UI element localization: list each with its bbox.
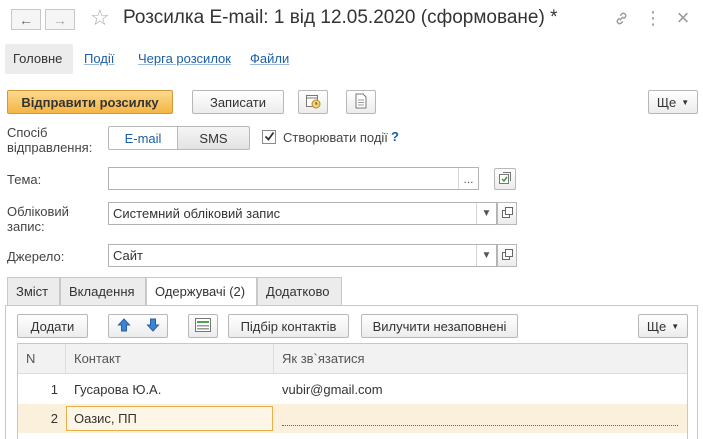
table-more-button[interactable]: Ще ▼ [638, 314, 688, 338]
chevron-down-icon[interactable]: ▼ [476, 203, 496, 224]
row-number: 2 [50, 411, 58, 426]
more-vertical-icon[interactable]: ⋮ [643, 8, 663, 28]
source-value: Сайт [113, 248, 143, 263]
tab-main[interactable]: Головне [5, 44, 73, 74]
subject-input[interactable]: ... [108, 167, 479, 190]
subject-label: Тема: [7, 172, 42, 187]
account-open-button[interactable] [497, 202, 517, 225]
required-underline [282, 425, 678, 426]
tab-content[interactable]: Зміст [7, 277, 60, 305]
table-row[interactable]: 1 Гусарова Ю.А. vubir@gmail.com [18, 375, 687, 404]
list-check-icon [195, 317, 211, 335]
send-method-label: Спосіб відправлення: [7, 125, 93, 155]
column-header-n[interactable]: N [18, 344, 66, 374]
column-header-how-to-contact[interactable]: Як зв`язатися [274, 344, 687, 374]
chevron-down-icon: ▼ [681, 97, 690, 107]
chevron-down-icon: ▼ [671, 321, 680, 331]
row-number: 1 [50, 382, 58, 397]
open-window-icon [501, 248, 513, 263]
send-mailing-button[interactable]: Відправити розсилку [7, 90, 173, 114]
template-icon [498, 171, 512, 188]
back-button[interactable]: ← [11, 9, 41, 30]
tab-recipients[interactable]: Одержувачі (2) [146, 277, 257, 306]
create-events-label: Створювати події [283, 130, 388, 145]
column-header-contact[interactable]: Контакт [66, 344, 274, 374]
method-sms-toggle[interactable]: SMS [177, 126, 250, 150]
arrow-left-icon: ← [19, 11, 33, 28]
create-events-checkbox[interactable] [262, 130, 276, 144]
save-button[interactable]: Записати [192, 90, 284, 114]
more-label: Ще [646, 318, 667, 334]
account-label: Обліковий запис: [7, 204, 69, 234]
pick-contacts-button[interactable]: Підбір контактів [228, 314, 349, 338]
document-button[interactable] [346, 90, 376, 114]
row-contact[interactable]: Гусарова Ю.А. [74, 375, 161, 404]
row-how-to-contact[interactable] [282, 404, 678, 433]
add-button[interactable]: Додати [17, 314, 88, 338]
close-icon[interactable]: × [673, 5, 693, 30]
title-bar: ← → ☆ Розсилка E-mail: 1 від 12.05.2020 … [0, 0, 703, 38]
arrow-right-icon: → [53, 11, 67, 28]
calendar-clock-icon [305, 93, 321, 112]
move-buttons [108, 314, 168, 338]
row-contact-active-cell[interactable]: Оазис, ПП [66, 406, 273, 431]
tab-additional[interactable]: Додатково [257, 277, 342, 305]
form-tabs: Головне Події Черга розсилок Файли [5, 44, 405, 74]
move-up-icon[interactable] [116, 317, 131, 335]
table-row-selected[interactable]: 2 Оазис, ПП [18, 404, 687, 433]
recipients-table: N Контакт Як зв`язатися 1 Гусарова Ю.А. … [17, 343, 688, 439]
link-icon[interactable] [611, 8, 631, 28]
checkmark-icon [264, 130, 275, 145]
document-icon [354, 93, 368, 112]
source-select[interactable]: Сайт ▼ [108, 244, 497, 267]
more-label: Ще [656, 94, 677, 110]
chevron-down-icon[interactable]: ▼ [476, 245, 496, 266]
tab-mailing-queue[interactable]: Черга розсилок [130, 44, 239, 74]
source-open-button[interactable] [497, 244, 517, 267]
window-title: Розсилка E-mail: 1 від 12.05.2020 (сформ… [123, 7, 558, 28]
method-email-toggle[interactable]: E-mail [108, 126, 178, 150]
subject-select-button[interactable]: ... [458, 168, 478, 189]
account-select[interactable]: Системний обліковий запис ▼ [108, 202, 497, 225]
move-down-icon[interactable] [145, 318, 160, 335]
source-label: Джерело: [7, 249, 65, 264]
tab-attachments[interactable]: Вкладення [60, 277, 146, 305]
select-all-button[interactable] [188, 314, 218, 338]
remove-empty-button[interactable]: Вилучити незаповнені [361, 314, 518, 338]
favorite-star-icon[interactable]: ☆ [90, 5, 110, 31]
schedule-button[interactable] [298, 90, 328, 114]
help-link[interactable]: ? [391, 129, 399, 144]
account-value: Системний обліковий запис [113, 206, 281, 221]
tab-events[interactable]: Події [76, 44, 122, 74]
row-how-to-contact[interactable]: vubir@gmail.com [282, 375, 383, 404]
forward-button[interactable]: → [45, 9, 75, 30]
tab-files[interactable]: Файли [242, 44, 297, 74]
open-window-icon [501, 206, 513, 221]
more-menu-button[interactable]: Ще ▼ [648, 90, 698, 114]
subject-template-button[interactable] [494, 168, 516, 190]
